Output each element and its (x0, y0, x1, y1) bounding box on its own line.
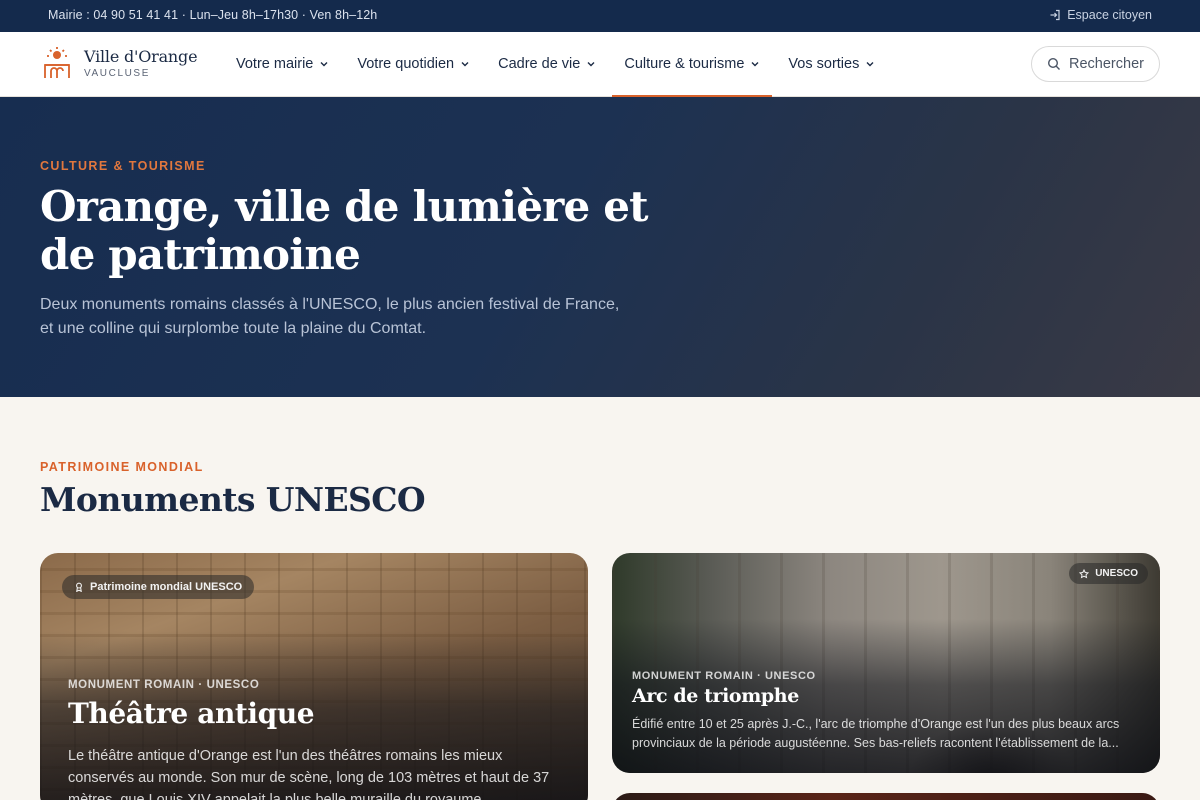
chevron-down-icon (866, 62, 874, 67)
site-logo[interactable]: Ville d'Orange VAUCLUSE (42, 46, 198, 80)
search-button[interactable]: Rechercher (1031, 46, 1160, 82)
nav-item-label: Vos sorties (788, 56, 860, 72)
chevron-down-icon (587, 62, 595, 67)
nav-item-label: Votre quotidien (357, 56, 455, 72)
contact-info: Mairie : 04 90 51 41 41 · Lun–Jeu 8h–17h… (48, 8, 378, 22)
nav-item-votre-mairie[interactable]: Votre mairie (224, 32, 341, 96)
unesco-badge: UNESCO (1069, 563, 1148, 584)
citizen-space-link[interactable]: Espace citoyen (1049, 8, 1152, 22)
badge-label: UNESCO (1095, 568, 1138, 579)
hero-lead: Deux monuments romains classés à l'UNESC… (40, 296, 620, 337)
card-meta: MONUMENT ROMAIN · UNESCO (68, 679, 260, 691)
city-name: Ville d'Orange (84, 46, 198, 66)
monument-card-partial[interactable] (612, 793, 1160, 800)
card-description: Le théâtre antique d'Orange est l'un des… (68, 748, 550, 800)
hero-eyebrow: CULTURE & TOURISME (40, 159, 206, 173)
card-meta: MONUMENT ROMAIN · UNESCO (632, 670, 816, 682)
monument-card-theatre[interactable]: Patrimoine mondial UNESCO MONUMENT ROMAI… (40, 553, 588, 800)
monument-card-arc[interactable]: UNESCO MONUMENT ROMAIN · UNESCO Arc de t… (612, 553, 1160, 773)
utility-bar: Mairie : 04 90 51 41 41 · Lun–Jeu 8h–17h… (0, 0, 1200, 32)
search-icon (1048, 57, 1061, 70)
sun-theatre-logo-icon (44, 47, 70, 78)
award-icon (76, 582, 82, 592)
section-eyebrow: PATRIMOINE MONDIAL (40, 460, 204, 474)
hero-banner: CULTURE & TOURISME Orange, ville de lumi… (0, 97, 1200, 397)
chevron-down-icon (751, 62, 759, 67)
card-title: Théâtre antique (68, 697, 315, 730)
nav-item-label: Votre mairie (236, 56, 314, 72)
main-header: Ville d'Orange VAUCLUSE Votre mairie Vot… (0, 32, 1200, 97)
nav-item-cadre-de-vie[interactable]: Cadre de vie (486, 32, 608, 96)
citizen-space-label: Espace citoyen (1067, 8, 1152, 22)
page-title: Orange, ville de lumière et de patrimoin… (40, 182, 649, 279)
region-name: VAUCLUSE (84, 67, 150, 79)
nav-item-label: Cadre de vie (498, 56, 581, 72)
chevron-down-icon (461, 62, 469, 67)
badge-label: Patrimoine mondial UNESCO (90, 581, 243, 593)
search-label: Rechercher (1069, 56, 1144, 72)
nav-item-label: Culture & tourisme (624, 56, 745, 72)
nav-item-votre-quotidien[interactable]: Votre quotidien (345, 32, 482, 96)
nav-item-vos-sorties[interactable]: Vos sorties (776, 32, 887, 96)
chevron-down-icon (320, 62, 328, 67)
login-icon (1050, 9, 1060, 21)
section-title: Monuments UNESCO (40, 480, 426, 519)
star-icon (1079, 568, 1090, 578)
unesco-badge: Patrimoine mondial UNESCO (62, 575, 255, 599)
card-description: Édifié entre 10 et 25 après J.-C., l'arc… (632, 717, 1120, 750)
main-nav: Votre mairie Votre quotidien Cadre de vi… (224, 32, 891, 97)
nav-item-culture-tourisme[interactable]: Culture & tourisme (612, 32, 773, 97)
card-title: Arc de triomphe (632, 685, 799, 707)
